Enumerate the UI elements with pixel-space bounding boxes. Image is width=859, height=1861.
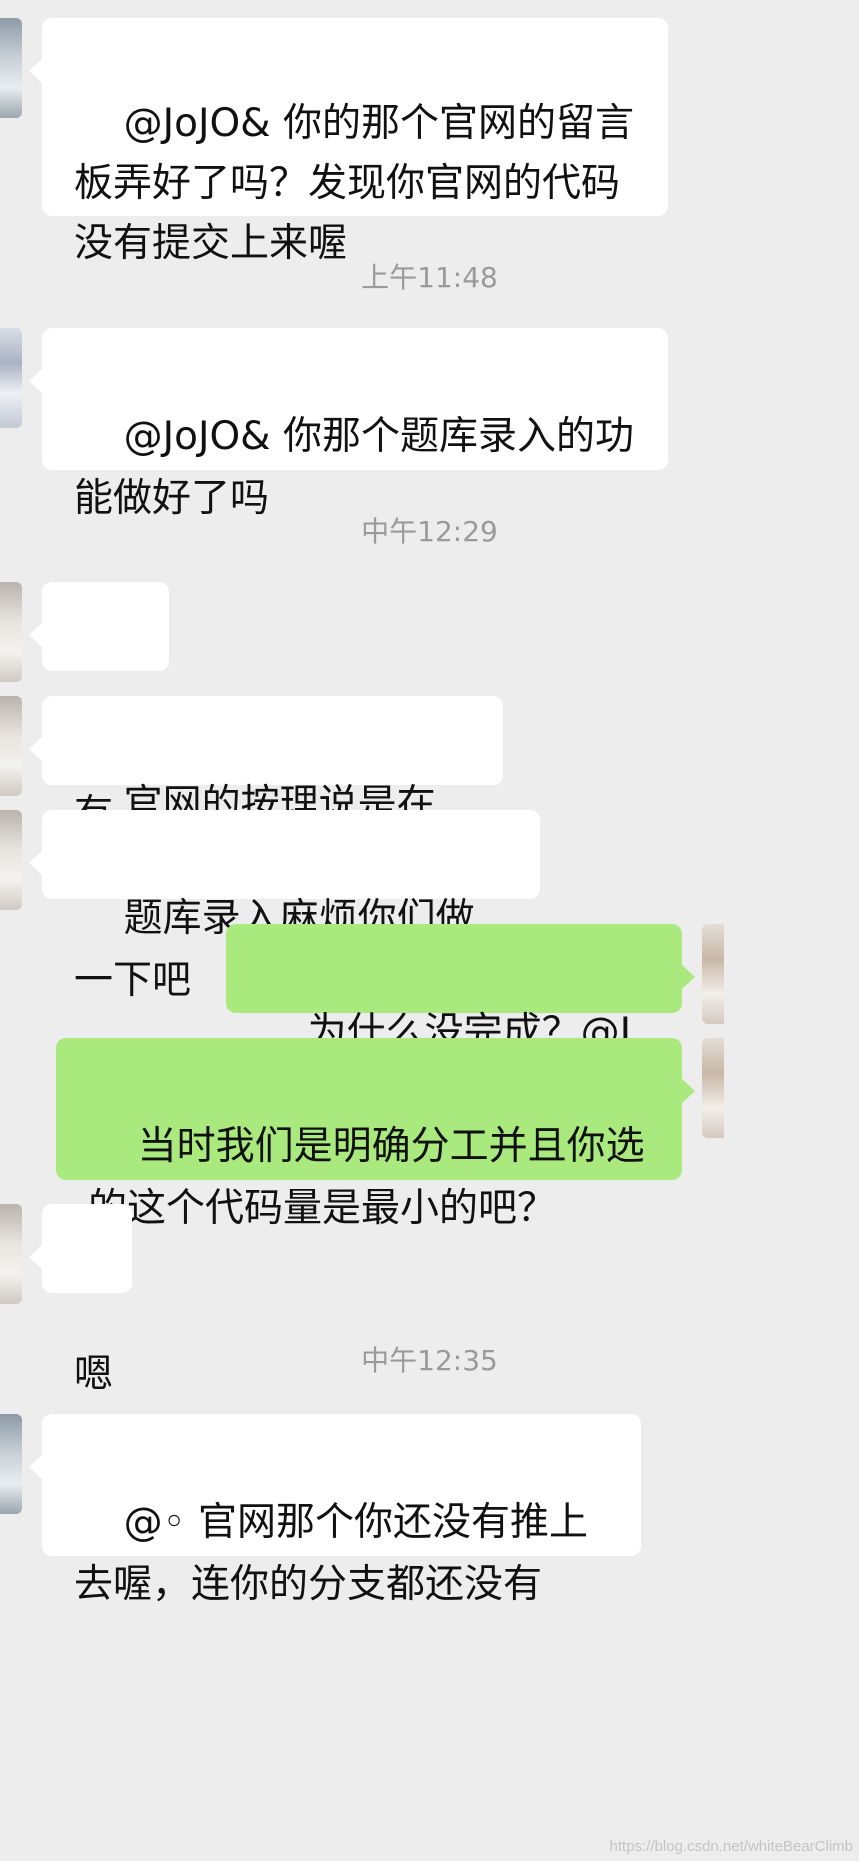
avatar[interactable] (0, 1204, 22, 1304)
message-bubble-incoming[interactable]: @◦ 官网那个你还没有推上去喔，连你的分支都还没有 (29, 1414, 641, 1607)
message-bubble-incoming[interactable]: 没有 (29, 582, 169, 837)
avatar[interactable] (0, 582, 22, 682)
message-text: @JoJO& 你的那个官网的留言板弄好了吗？发现你官网的代码没有提交上来喔 (74, 101, 634, 266)
avatar[interactable] (0, 328, 22, 428)
timestamp: 中午12:35 (361, 1344, 498, 1377)
avatar[interactable] (0, 18, 22, 118)
message-bubble-outgoing[interactable]: 为什么没完成？@JoJO& (226, 924, 695, 1117)
message-text: 当时我们是明确分工并且你选的这个代码量是最小的吧？ (88, 1124, 645, 1231)
message-bubble-incoming[interactable]: @JoJO& 你的那个官网的留言板弄好了吗？发现你官网的代码没有提交上来喔 (29, 18, 668, 266)
avatar[interactable] (0, 696, 22, 796)
message-bubble-incoming[interactable]: 官网的按理说是在上面了 (29, 696, 503, 889)
timestamp: 上午11:48 (361, 261, 498, 294)
chat-message-list[interactable]: @JoJO& 你的那个官网的留言板弄好了吗？发现你官网的代码没有提交上来喔 上午… (0, 0, 859, 1861)
avatar[interactable] (0, 1414, 22, 1514)
message-text: @JoJO& 你那个题库录入的功能做好了吗 (74, 414, 634, 521)
timestamp: 中午12:29 (361, 515, 498, 548)
avatar[interactable] (702, 924, 724, 1024)
avatar[interactable] (0, 810, 22, 910)
message-bubble-incoming[interactable]: @JoJO& 你那个题库录入的功能做好了吗 (29, 328, 668, 521)
message-bubble-outgoing[interactable]: 当时我们是明确分工并且你选的这个代码量是最小的吧？ (56, 1038, 695, 1231)
message-bubble-incoming[interactable]: 题库录入麻烦你们做一下吧 (29, 810, 540, 1003)
message-bubble-incoming[interactable]: 嗯 (29, 1204, 132, 1397)
message-text: @◦ 官网那个你还没有推上去喔，连你的分支都还没有 (74, 1500, 588, 1607)
avatar[interactable] (702, 1038, 724, 1138)
watermark: https://blog.csdn.net/whiteBearClimb (609, 1838, 853, 1855)
